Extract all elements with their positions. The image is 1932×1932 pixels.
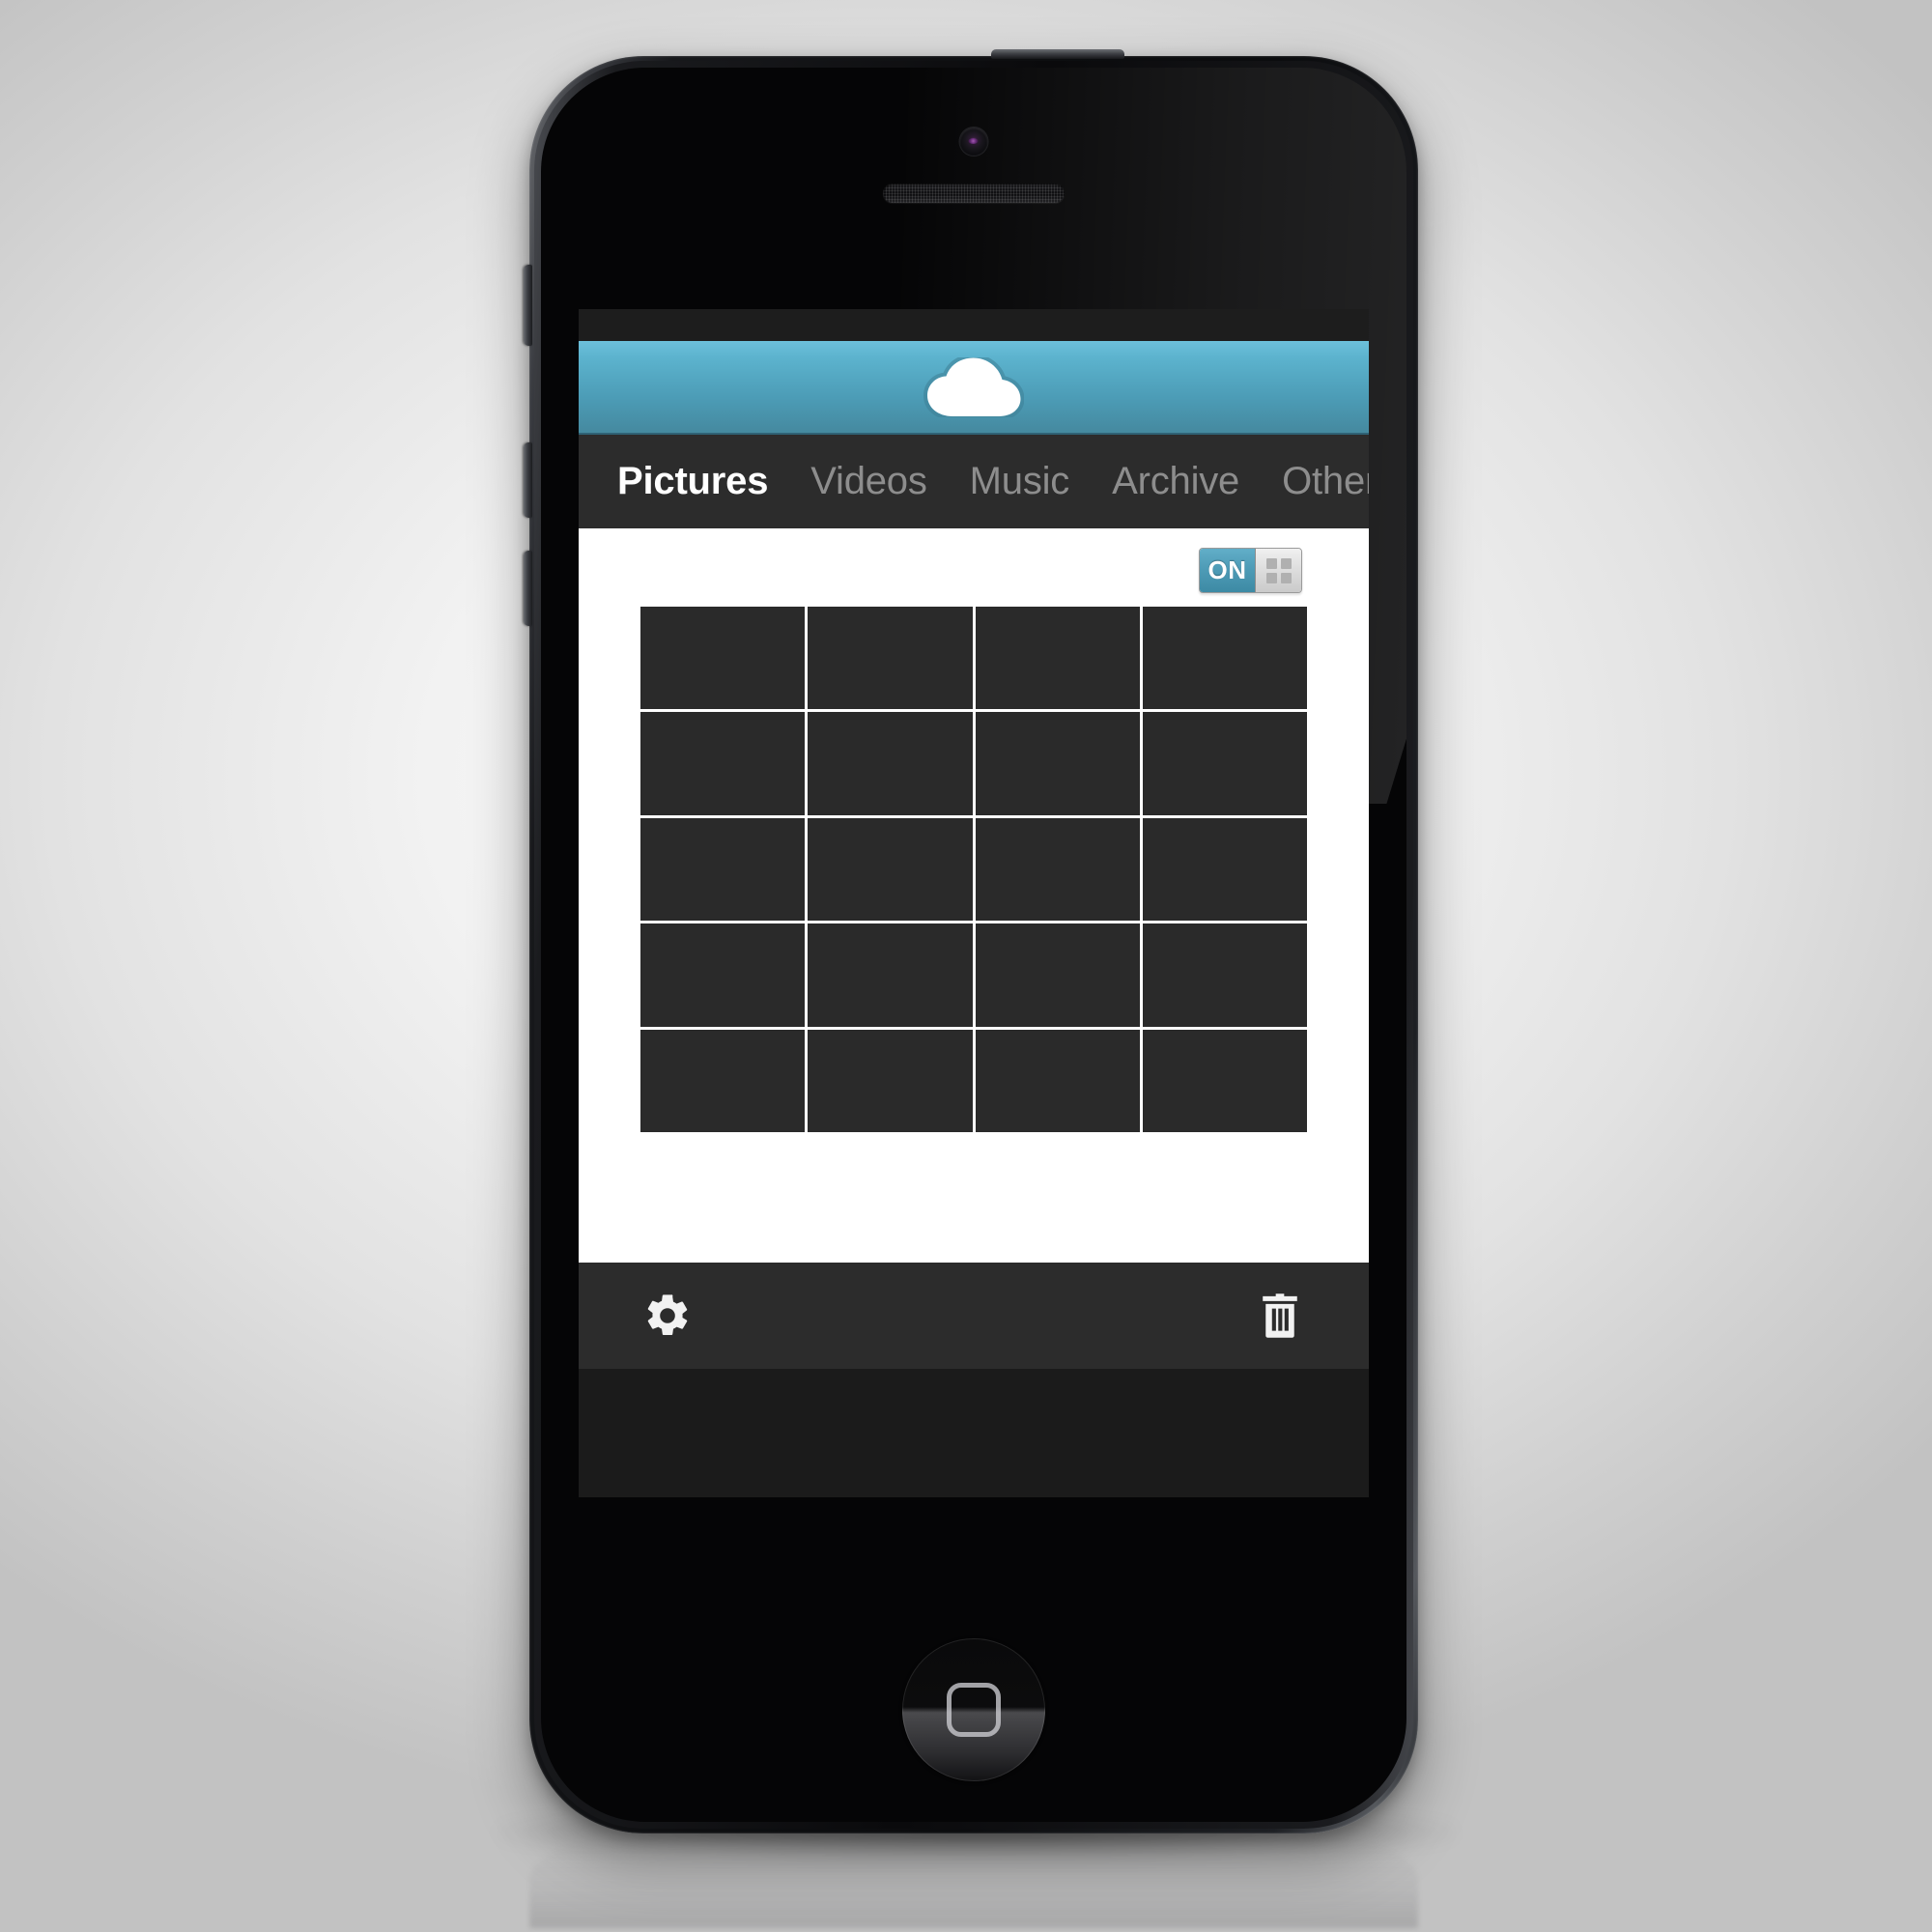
view-toggle-row: ON [640,528,1307,593]
front-camera-icon [959,128,988,156]
tab-bar: Pictures Videos Music Archive Others [579,435,1369,552]
tab-pictures[interactable]: Pictures [617,460,768,503]
power-button[interactable] [991,49,1124,59]
thumbnail-cell[interactable] [640,817,806,922]
trash-icon [1263,1293,1297,1338]
toggle-state-label: ON [1200,549,1255,592]
thumbnail-cell[interactable] [975,923,1140,1027]
app-header [579,341,1369,435]
thumbnail-cell[interactable] [1142,923,1307,1027]
gear-icon [647,1294,688,1336]
thumbnail-cell[interactable] [808,923,973,1027]
thumbnail-cell[interactable] [640,607,806,710]
toggle-knob[interactable] [1255,549,1301,592]
thumbnail-cell[interactable] [808,712,973,815]
content-area: ON [579,528,1369,1263]
thumbnail-cell[interactable] [1142,607,1307,710]
tab-videos[interactable]: Videos [810,460,927,503]
delete-button[interactable] [1255,1291,1305,1341]
thumbnail-cell[interactable] [640,712,806,815]
thumbnail-cell[interactable] [1142,712,1307,815]
thumbnail-cell[interactable] [640,923,806,1027]
tab-archive[interactable]: Archive [1112,460,1239,503]
tab-music[interactable]: Music [970,460,1070,503]
thumbnail-cell[interactable] [1142,1029,1307,1132]
thumbnail-cell[interactable] [975,712,1140,815]
thumbnail-cell[interactable] [975,817,1140,922]
home-button-square-icon [947,1683,1001,1737]
thumbnail-grid [640,607,1307,1132]
volume-up-button[interactable] [524,442,532,518]
thumbnail-cell[interactable] [640,1029,806,1132]
device-reflection [529,1835,1418,1928]
cloud-icon [923,356,1024,417]
grid-view-toggle[interactable]: ON [1199,548,1302,593]
earpiece-speaker-grille [883,184,1065,203]
settings-button[interactable] [642,1291,693,1341]
status-bar [579,309,1369,341]
grid-view-icon [1265,557,1292,583]
app-screen: Pictures Videos Music Archive Others ON [579,309,1369,1497]
thumbnail-cell[interactable] [808,817,973,922]
thumbnail-cell[interactable] [808,1029,973,1132]
tab-others[interactable]: Others [1282,460,1369,503]
home-button[interactable] [902,1638,1045,1781]
mute-switch[interactable] [524,265,532,346]
thumbnail-cell[interactable] [808,607,973,710]
thumbnail-cell[interactable] [975,1029,1140,1132]
smartphone-device: Pictures Videos Music Archive Others ON [524,49,1418,1833]
thumbnail-cell[interactable] [1142,817,1307,922]
bottom-toolbar [579,1263,1369,1369]
volume-down-button[interactable] [524,551,532,626]
thumbnail-cell[interactable] [975,607,1140,710]
